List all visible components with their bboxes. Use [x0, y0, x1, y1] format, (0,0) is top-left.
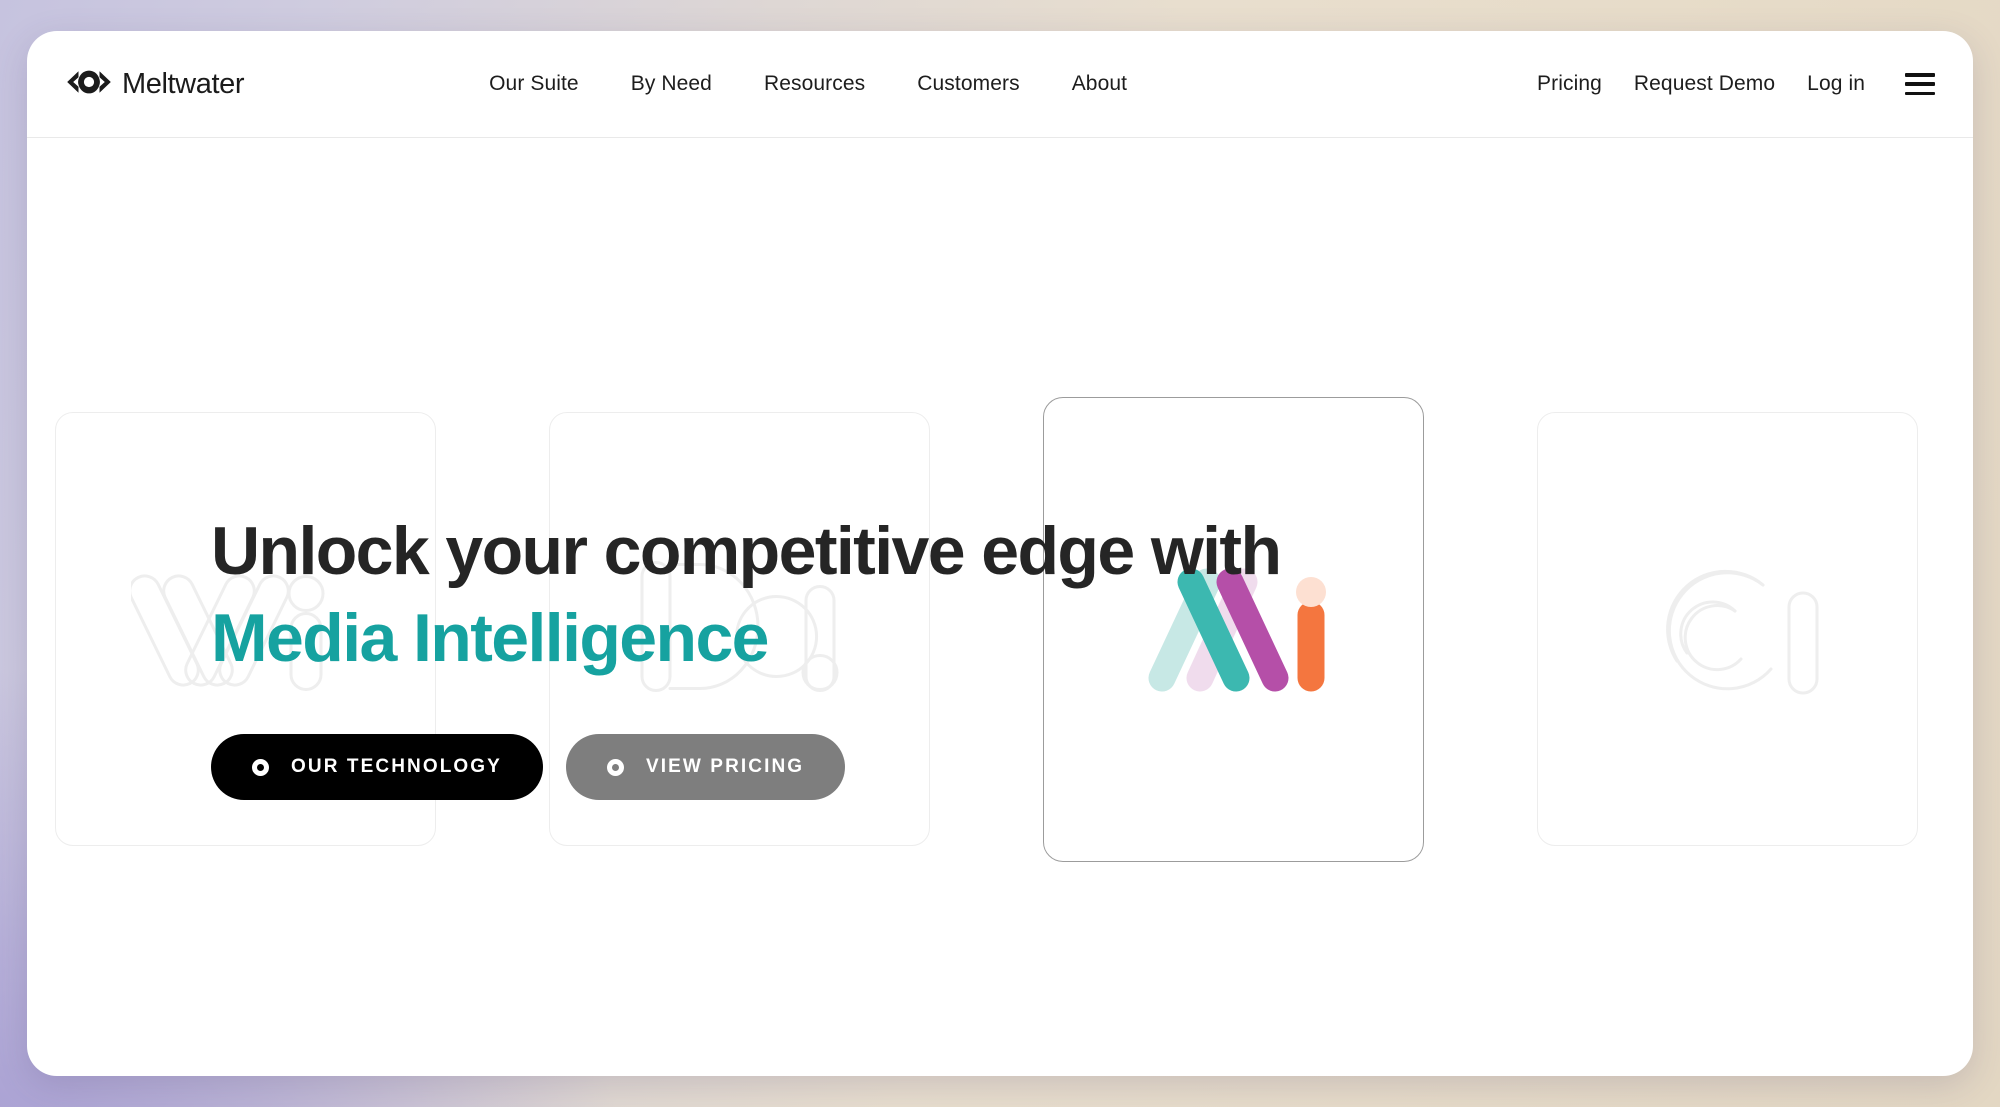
nav-item-log-in[interactable]: Log in: [1807, 72, 1865, 96]
nav-item-pricing[interactable]: Pricing: [1537, 72, 1602, 96]
hero-card-4[interactable]: [1537, 412, 1918, 846]
view-pricing-button[interactable]: View Pricing: [565, 734, 846, 801]
hero-heading-line-1: Unlock your competitive edge with: [211, 513, 1282, 589]
hero-heading: Unlock your competitive edge with Media …: [211, 508, 1411, 682]
hero-content: Unlock your competitive edge with Media …: [211, 508, 1411, 801]
hero-section: Unlock your competitive edge with Media …: [27, 138, 1973, 1076]
nav-item-our-suite[interactable]: Our Suite: [489, 72, 579, 96]
nav-item-about[interactable]: About: [1072, 72, 1127, 96]
primary-navigation: Our Suite By Need Resources Customers Ab…: [489, 72, 1127, 96]
hero-action-buttons: Our Technology View Pricing: [211, 734, 1411, 801]
site-header: Meltwater Our Suite By Need Resources Cu…: [27, 31, 1973, 138]
ring-dot-icon: [252, 758, 269, 776]
nav-item-by-need[interactable]: By Need: [631, 72, 712, 96]
nav-item-request-demo[interactable]: Request Demo: [1634, 72, 1775, 96]
brand-logo[interactable]: Meltwater: [65, 67, 245, 101]
browser-panel: Meltwater Our Suite By Need Resources Cu…: [27, 31, 1973, 1076]
meltwater-eye-icon: [65, 69, 113, 100]
brand-name: Meltwater: [122, 67, 245, 100]
ring-dot-icon: [606, 758, 624, 776]
watermark-ci-outline-icon: [1613, 549, 1843, 709]
hamburger-menu-icon[interactable]: [1905, 73, 1935, 95]
hero-heading-line-2: Media Intelligence: [211, 600, 770, 677]
secondary-navigation: Pricing Request Demo Log in: [1537, 72, 1935, 96]
view-pricing-button-label: View Pricing: [645, 756, 805, 778]
nav-item-resources[interactable]: Resources: [764, 72, 865, 96]
nav-item-customers[interactable]: Customers: [917, 72, 1019, 96]
our-technology-button[interactable]: Our Technology: [211, 734, 543, 801]
our-technology-button-label: Our Technology: [291, 756, 502, 778]
